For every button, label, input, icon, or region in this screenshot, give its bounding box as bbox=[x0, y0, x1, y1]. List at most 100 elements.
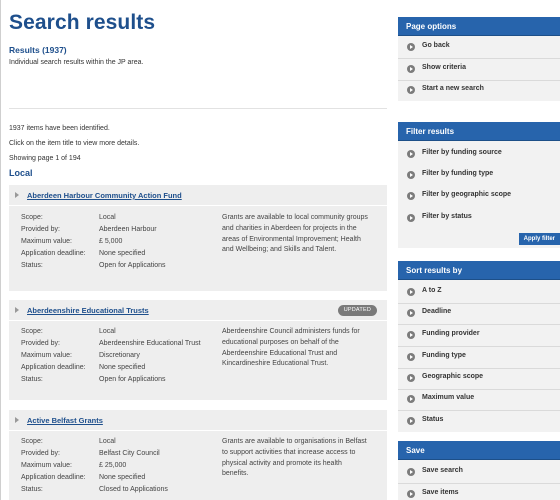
status-label: Status: bbox=[21, 262, 43, 269]
side-item-label: Filter by status bbox=[422, 213, 472, 220]
result-title-link[interactable]: Active Belfast Grants bbox=[27, 416, 103, 425]
sort-a-to-z[interactable]: A to Z bbox=[398, 282, 560, 303]
filter-results-heading: Filter results bbox=[398, 122, 560, 141]
result-card-header[interactable]: Aberdeen Harbour Community Action Fund bbox=[9, 185, 387, 206]
scope-label: Scope: bbox=[21, 438, 43, 445]
scope-value: Local bbox=[99, 214, 116, 221]
side-item-label: Save items bbox=[422, 489, 459, 496]
save-items-link[interactable]: Save items bbox=[398, 484, 560, 500]
page-options-heading: Page options bbox=[398, 17, 560, 36]
show-criteria-link[interactable]: Show criteria bbox=[398, 59, 560, 80]
scope-value: Local bbox=[99, 328, 116, 335]
description-line: areas of Environmental Improvement; Heal… bbox=[222, 235, 361, 243]
status-label: Status: bbox=[21, 376, 43, 383]
side-item-label: Funding type bbox=[422, 352, 466, 359]
provided-by-value: Aberdeen Harbour bbox=[99, 226, 157, 233]
result-card: Aberdeenshire Educational Trusts UPDATED… bbox=[9, 300, 387, 400]
circle-arrow-icon bbox=[407, 395, 415, 403]
description-line: to support activities that increase acce… bbox=[222, 448, 356, 456]
save-panel: Save Save search Save items bbox=[398, 441, 560, 500]
sort-results-panel: Sort results by A to Z Deadline Funding … bbox=[398, 261, 560, 432]
section-heading-local: Local bbox=[9, 168, 33, 178]
max-value-label: Maximum value: bbox=[21, 352, 72, 359]
pagination-status: Showing page 1 of 194 bbox=[9, 155, 81, 162]
page-title: Search results bbox=[9, 11, 156, 34]
side-item-label: Funding provider bbox=[422, 330, 480, 337]
circle-arrow-icon bbox=[407, 288, 415, 296]
circle-arrow-icon bbox=[407, 417, 415, 425]
side-item-label: Filter by geographic scope bbox=[422, 191, 512, 198]
circle-arrow-icon bbox=[407, 192, 415, 200]
circle-arrow-icon bbox=[407, 150, 415, 158]
status-value: Open for Applications bbox=[99, 262, 166, 269]
description-line: and charities in Aberdeen for projects i… bbox=[222, 224, 357, 232]
sort-maximum-value[interactable]: Maximum value bbox=[398, 389, 560, 410]
circle-arrow-icon bbox=[407, 309, 415, 317]
sort-funding-type[interactable]: Funding type bbox=[398, 347, 560, 368]
scope-label: Scope: bbox=[21, 328, 43, 335]
triangle-right-icon bbox=[15, 417, 19, 423]
save-search-link[interactable]: Save search bbox=[398, 462, 560, 483]
description-line: Aberdeenshire Educational Trust and bbox=[222, 349, 338, 357]
deadline-label: Application deadline: bbox=[21, 474, 86, 481]
side-item-label: Filter by funding type bbox=[422, 170, 494, 177]
divider bbox=[9, 108, 387, 109]
side-item-label: Go back bbox=[422, 42, 450, 49]
start-new-search-link[interactable]: Start a new search bbox=[398, 80, 560, 101]
circle-arrow-icon bbox=[407, 214, 415, 222]
results-count: Results (1937) bbox=[9, 45, 67, 55]
side-item-label: Maximum value bbox=[422, 394, 475, 401]
sort-deadline[interactable]: Deadline bbox=[398, 303, 560, 324]
description-line: Aberdeenshire Council administers funds … bbox=[222, 328, 360, 335]
filter-status[interactable]: Filter by status bbox=[398, 208, 560, 229]
items-identified-text: 1937 items have been identified. bbox=[9, 125, 110, 132]
max-value-value: £ 25,000 bbox=[99, 462, 127, 469]
triangle-right-icon bbox=[15, 192, 19, 198]
result-description: Grants are available to local community … bbox=[222, 213, 380, 256]
max-value-label: Maximum value: bbox=[21, 462, 72, 469]
go-back-link[interactable]: Go back bbox=[398, 37, 560, 58]
deadline-label: Application deadline: bbox=[21, 250, 86, 257]
side-item-label: Save search bbox=[422, 467, 463, 474]
filter-funding-type[interactable]: Filter by funding type bbox=[398, 165, 560, 186]
provided-by-label: Provided by: bbox=[21, 340, 60, 347]
circle-arrow-icon bbox=[407, 374, 415, 382]
deadline-label: Application deadline: bbox=[21, 364, 86, 371]
result-card: Aberdeen Harbour Community Action Fund S… bbox=[9, 185, 387, 291]
filter-geographic-scope[interactable]: Filter by geographic scope bbox=[398, 186, 560, 207]
results-description: Individual search results within the JP … bbox=[9, 59, 144, 66]
circle-arrow-icon bbox=[407, 86, 415, 94]
side-item-label: Deadline bbox=[422, 308, 452, 315]
sort-status[interactable]: Status bbox=[398, 411, 560, 432]
page-options-panel: Page options Go back Show criteria Start… bbox=[398, 17, 560, 101]
result-description: Grants are available to organisations in… bbox=[222, 437, 380, 480]
result-description: Aberdeenshire Council administers funds … bbox=[222, 327, 380, 370]
result-card-header[interactable]: Aberdeenshire Educational Trusts UPDATED bbox=[9, 300, 387, 321]
result-title-link[interactable]: Aberdeenshire Educational Trusts bbox=[27, 306, 149, 315]
circle-arrow-icon bbox=[407, 353, 415, 361]
filter-funding-source[interactable]: Filter by funding source bbox=[398, 144, 560, 165]
updated-badge: UPDATED bbox=[337, 305, 377, 316]
side-item-label: Show criteria bbox=[422, 64, 466, 71]
result-card-header[interactable]: Active Belfast Grants bbox=[9, 410, 387, 431]
filter-results-panel: Filter results Filter by funding source … bbox=[398, 122, 560, 248]
apply-filter-button[interactable]: Apply filter bbox=[518, 233, 560, 245]
circle-arrow-icon bbox=[407, 468, 415, 476]
description-line: and Wellbeing; and Skills and Talent. bbox=[222, 246, 337, 254]
circle-arrow-icon bbox=[407, 171, 415, 179]
description-line: educational purposes on behalf of the bbox=[222, 338, 339, 346]
side-item-label: Status bbox=[422, 416, 444, 423]
sort-results-heading: Sort results by bbox=[398, 261, 560, 280]
description-line: Grants are available to organisations in… bbox=[222, 438, 367, 445]
provided-by-label: Provided by: bbox=[21, 450, 60, 457]
provided-by-value: Aberdeenshire Educational Trust bbox=[99, 340, 201, 347]
sort-geographic-scope[interactable]: Geographic scope bbox=[398, 368, 560, 389]
circle-arrow-icon bbox=[407, 490, 415, 498]
side-item-label: Geographic scope bbox=[422, 373, 484, 380]
max-value-label: Maximum value: bbox=[21, 238, 72, 245]
sort-funding-provider[interactable]: Funding provider bbox=[398, 325, 560, 346]
provided-by-value: Belfast City Council bbox=[99, 450, 160, 457]
side-item-label: Filter by funding source bbox=[422, 149, 502, 156]
result-title-link[interactable]: Aberdeen Harbour Community Action Fund bbox=[27, 191, 182, 200]
deadline-value: None specified bbox=[99, 474, 146, 481]
